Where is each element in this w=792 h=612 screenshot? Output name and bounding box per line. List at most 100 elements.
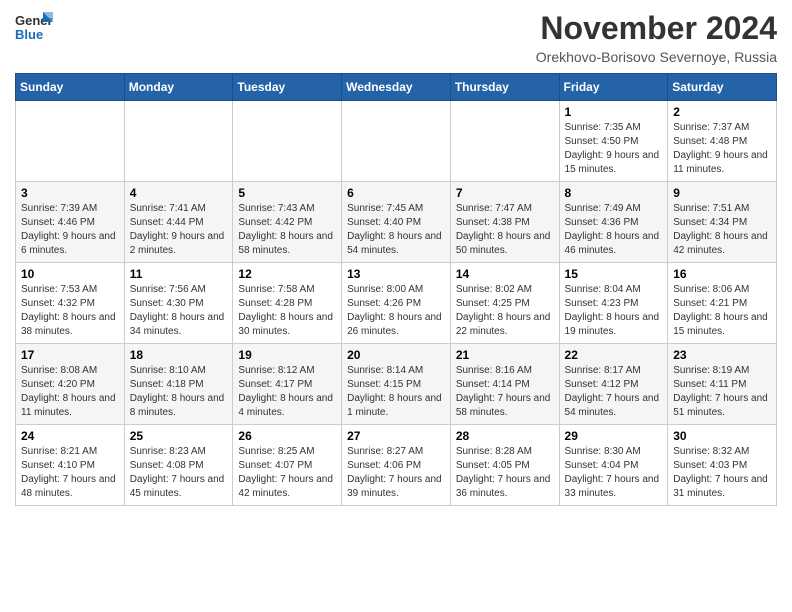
calendar-cell: 23Sunrise: 8:19 AM Sunset: 4:11 PM Dayli… [668, 344, 777, 425]
calendar-week-row: 1 Sunrise: 7:35 AM Sunset: 4:50 PM Daylig… [16, 101, 777, 182]
day-number: 15 [565, 267, 663, 281]
day-info: Sunrise: 7:47 AM Sunset: 4:38 PM Dayligh… [456, 202, 554, 258]
calendar-week-row: 17Sunrise: 8:08 AM Sunset: 4:20 PM Dayli… [16, 344, 777, 425]
day-info: Sunrise: 8:06 AM Sunset: 4:21 PM Dayligh… [673, 283, 771, 339]
calendar-cell: 21 Sunrise: 8:16 AM Sunset: 4:14 PM Dayli… [450, 344, 559, 425]
day-info: Sunrise: 7:56 AM Sunset: 4:30 PM Dayligh… [130, 283, 228, 339]
calendar-cell: 3 Sunrise: 7:39 AM Sunset: 4:46 PM Daylig… [16, 182, 125, 263]
day-info: Sunrise: 8:25 AM Sunset: 4:07 PM Dayligh… [238, 445, 336, 501]
weekday-header: Tuesday [233, 74, 342, 101]
calendar-cell [233, 101, 342, 182]
calendar-cell [450, 101, 559, 182]
day-number: 20 [347, 348, 445, 362]
day-number: 4 [130, 186, 228, 200]
day-number: 18 [130, 348, 228, 362]
day-number: 12 [238, 267, 336, 281]
title-section: November 2024 Orekhovo-Borisovo Severnoy… [536, 10, 777, 65]
day-info: Sunrise: 8:02 AM Sunset: 4:25 PM Dayligh… [456, 283, 554, 339]
calendar-table: SundayMondayTuesdayWednesdayThursdayFrid… [15, 73, 777, 506]
day-info: Sunrise: 7:35 AM Sunset: 4:50 PM Dayligh… [565, 121, 663, 177]
day-info: Sunrise: 8:27 AM Sunset: 4:06 PM Dayligh… [347, 445, 445, 501]
calendar-week-row: 3 Sunrise: 7:39 AM Sunset: 4:46 PM Daylig… [16, 182, 777, 263]
day-info: Sunrise: 8:21 AM Sunset: 4:10 PM Dayligh… [21, 445, 119, 501]
svg-text:Blue: Blue [15, 27, 43, 42]
day-number: 14 [456, 267, 554, 281]
day-number: 13 [347, 267, 445, 281]
day-number: 24 [21, 429, 119, 443]
day-info: Sunrise: 8:10 AM Sunset: 4:18 PM Dayligh… [130, 364, 228, 420]
day-number: 21 [456, 348, 554, 362]
weekday-header: Thursday [450, 74, 559, 101]
calendar-cell: 11Sunrise: 7:56 AM Sunset: 4:30 PM Dayli… [124, 263, 233, 344]
day-info: Sunrise: 8:00 AM Sunset: 4:26 PM Dayligh… [347, 283, 445, 339]
calendar-cell: 24 Sunrise: 8:21 AM Sunset: 4:10 PM Dayli… [16, 425, 125, 506]
day-info: Sunrise: 7:39 AM Sunset: 4:46 PM Dayligh… [21, 202, 119, 258]
location-subtitle: Orekhovo-Borisovo Severnoye, Russia [536, 49, 777, 65]
calendar-cell: 9 Sunrise: 7:51 AM Sunset: 4:34 PM Daylig… [668, 182, 777, 263]
calendar-cell: 5Sunrise: 7:43 AM Sunset: 4:42 PM Daylig… [233, 182, 342, 263]
calendar-cell: 17Sunrise: 8:08 AM Sunset: 4:20 PM Dayli… [16, 344, 125, 425]
day-number: 17 [21, 348, 119, 362]
day-info: Sunrise: 8:04 AM Sunset: 4:23 PM Dayligh… [565, 283, 663, 339]
day-number: 29 [565, 429, 663, 443]
calendar-cell: 26Sunrise: 8:25 AM Sunset: 4:07 PM Dayli… [233, 425, 342, 506]
calendar-cell: 12 Sunrise: 7:58 AM Sunset: 4:28 PM Dayli… [233, 263, 342, 344]
day-number: 25 [130, 429, 228, 443]
calendar-cell: 4 Sunrise: 7:41 AM Sunset: 4:44 PM Daylig… [124, 182, 233, 263]
day-info: Sunrise: 7:43 AM Sunset: 4:42 PM Dayligh… [238, 202, 336, 258]
day-number: 9 [673, 186, 771, 200]
calendar-week-row: 10 Sunrise: 7:53 AM Sunset: 4:32 PM Dayli… [16, 263, 777, 344]
weekday-header: Sunday [16, 74, 125, 101]
calendar-cell: 1 Sunrise: 7:35 AM Sunset: 4:50 PM Daylig… [559, 101, 668, 182]
calendar-cell: 15 Sunrise: 8:04 AM Sunset: 4:23 PM Dayli… [559, 263, 668, 344]
calendar-cell [124, 101, 233, 182]
calendar-cell: 18 Sunrise: 8:10 AM Sunset: 4:18 PM Dayli… [124, 344, 233, 425]
day-number: 10 [21, 267, 119, 281]
day-info: Sunrise: 8:23 AM Sunset: 4:08 PM Dayligh… [130, 445, 228, 501]
day-number: 30 [673, 429, 771, 443]
calendar-cell: 29Sunrise: 8:30 AM Sunset: 4:04 PM Dayli… [559, 425, 668, 506]
calendar-cell: 7 Sunrise: 7:47 AM Sunset: 4:38 PM Daylig… [450, 182, 559, 263]
day-number: 3 [21, 186, 119, 200]
month-title: November 2024 [536, 10, 777, 47]
day-info: Sunrise: 8:14 AM Sunset: 4:15 PM Dayligh… [347, 364, 445, 420]
day-info: Sunrise: 8:16 AM Sunset: 4:14 PM Dayligh… [456, 364, 554, 420]
logo: General Blue [15, 10, 53, 47]
day-info: Sunrise: 8:19 AM Sunset: 4:11 PM Dayligh… [673, 364, 771, 420]
day-info: Sunrise: 7:53 AM Sunset: 4:32 PM Dayligh… [21, 283, 119, 339]
calendar-cell: 25 Sunrise: 8:23 AM Sunset: 4:08 PM Dayli… [124, 425, 233, 506]
calendar-cell [342, 101, 451, 182]
calendar-cell: 14 Sunrise: 8:02 AM Sunset: 4:25 PM Dayli… [450, 263, 559, 344]
day-info: Sunrise: 8:28 AM Sunset: 4:05 PM Dayligh… [456, 445, 554, 501]
calendar-week-row: 24 Sunrise: 8:21 AM Sunset: 4:10 PM Dayli… [16, 425, 777, 506]
day-info: Sunrise: 7:51 AM Sunset: 4:34 PM Dayligh… [673, 202, 771, 258]
day-info: Sunrise: 8:12 AM Sunset: 4:17 PM Dayligh… [238, 364, 336, 420]
day-info: Sunrise: 7:41 AM Sunset: 4:44 PM Dayligh… [130, 202, 228, 258]
day-number: 6 [347, 186, 445, 200]
calendar-cell: 8Sunrise: 7:49 AM Sunset: 4:36 PM Daylig… [559, 182, 668, 263]
day-number: 8 [565, 186, 663, 200]
weekday-header: Friday [559, 74, 668, 101]
weekday-header-row: SundayMondayTuesdayWednesdayThursdayFrid… [16, 74, 777, 101]
calendar-cell: 10 Sunrise: 7:53 AM Sunset: 4:32 PM Dayli… [16, 263, 125, 344]
calendar-cell: 28 Sunrise: 8:28 AM Sunset: 4:05 PM Dayli… [450, 425, 559, 506]
day-info: Sunrise: 8:17 AM Sunset: 4:12 PM Dayligh… [565, 364, 663, 420]
day-number: 28 [456, 429, 554, 443]
calendar-cell: 6 Sunrise: 7:45 AM Sunset: 4:40 PM Daylig… [342, 182, 451, 263]
day-number: 27 [347, 429, 445, 443]
calendar-cell: 27 Sunrise: 8:27 AM Sunset: 4:06 PM Dayli… [342, 425, 451, 506]
day-number: 7 [456, 186, 554, 200]
day-info: Sunrise: 7:45 AM Sunset: 4:40 PM Dayligh… [347, 202, 445, 258]
day-info: Sunrise: 7:58 AM Sunset: 4:28 PM Dayligh… [238, 283, 336, 339]
calendar-cell: 30 Sunrise: 8:32 AM Sunset: 4:03 PM Dayli… [668, 425, 777, 506]
logo-icon: General Blue [15, 10, 53, 47]
day-number: 22 [565, 348, 663, 362]
day-number: 2 [673, 105, 771, 119]
day-number: 1 [565, 105, 663, 119]
weekday-header: Wednesday [342, 74, 451, 101]
calendar-cell: 13 Sunrise: 8:00 AM Sunset: 4:26 PM Dayli… [342, 263, 451, 344]
day-number: 19 [238, 348, 336, 362]
weekday-header: Monday [124, 74, 233, 101]
day-info: Sunrise: 8:32 AM Sunset: 4:03 PM Dayligh… [673, 445, 771, 501]
calendar-cell [16, 101, 125, 182]
